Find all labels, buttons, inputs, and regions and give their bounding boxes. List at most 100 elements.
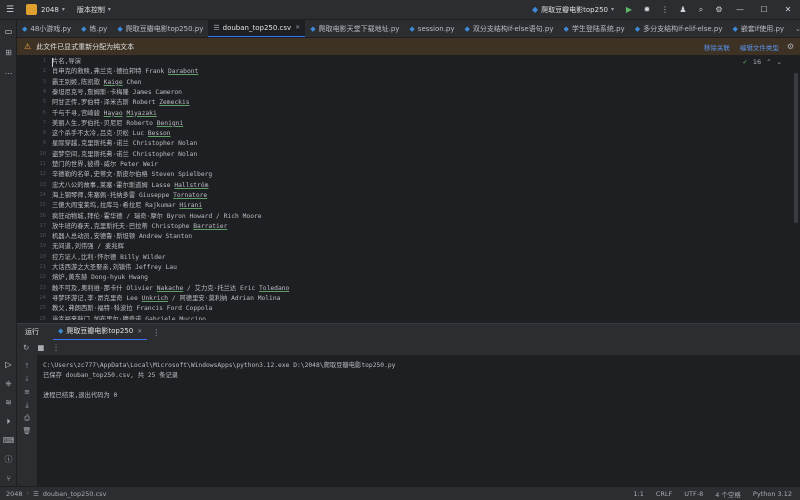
minimize-icon[interactable]: — [728,0,752,20]
tab-nested-if[interactable]: ◆ 嵌套if使用.py [727,20,789,37]
tabs-overflow: ⌄ ⋮ [789,20,800,37]
chevron-down-icon[interactable]: ⌄ [777,58,782,66]
console-line: 进程已结束,退出代码为 0 [43,392,118,399]
tab-label: 学生登陆系统.py [571,24,625,33]
services-icon[interactable]: ⏵ [2,415,15,428]
close-icon[interactable]: ✕ [776,0,800,20]
vertical-scrollbar[interactable] [794,73,798,223]
terminal-icon[interactable]: ⌨ [2,434,15,447]
tab-label: 爬取电影天堂下载地址.py [318,24,400,33]
code-line: 三傻大闹宝莱坞,拉库马·希拉尼 Rajkumar Hirani [52,202,203,210]
close-tab-icon[interactable]: ✕ [137,328,142,335]
chevron-down-icon[interactable]: ▾ [62,6,65,13]
indent-setting[interactable]: 4 个空格 [715,489,741,499]
python-packages-icon[interactable]: ⎈ [2,377,15,390]
print-icon[interactable]: ⎙ [21,412,33,424]
run-side-toolbar: ↑ ↓ ≡ ⤓ ⎙ 🗑 [17,355,37,486]
structure-icon[interactable]: ⊞ [2,46,15,59]
code-line: 片名,导演 [52,58,81,65]
debug-icon[interactable]: ✹ [638,0,656,20]
run-panel-title: 运行 [25,328,39,336]
maximize-icon[interactable]: ☐ [752,0,776,20]
project-name[interactable]: 2048 [41,6,59,14]
arrow-up-icon[interactable]: ↑ [21,360,33,372]
line-separator[interactable]: CRLF [656,490,672,498]
more-actions-icon[interactable]: ⋮ [656,0,674,20]
chevron-down-icon: ▾ [610,6,614,13]
editor-content[interactable]: 片名,导演 肖申克的救赎,弗兰克·德拉邦特 Frank Darabont 霸王别姬,… [52,55,772,320]
code-line: 泰坦尼克号,詹姆斯·卡梅隆 James Cameron [52,88,182,96]
run-toolbar: ↻ ■ ⋮ [17,340,800,355]
tab-label: 嵌套if使用.py [740,24,785,33]
line-number: 1 [42,58,46,64]
project-badge-icon[interactable] [26,4,37,15]
line-number: 3 [42,78,46,85]
run-tab-label: 爬取豆瓣电影top250 [66,327,134,335]
tab-48-game[interactable]: ◆ 48小游戏.py [17,20,76,37]
tab-label: douban_top250.csv [222,23,292,32]
python-interpreter[interactable]: Python 3.12 [753,490,792,498]
line-number: 13 [39,181,46,188]
inspection-widget[interactable]: ✓ 16 ⌃ ⌄ [742,58,782,66]
remove-association-link[interactable]: 移除关联 [704,42,730,52]
run-config-selector[interactable]: ◆ 爬取豆瓣电影top250 ▾ [532,5,614,15]
code-line: 放牛班的春天,克里斯托夫·巴拉蒂 Christophe Barratier [52,222,228,230]
console-line: C:\Users\zc777\AppData\Local\Microsoft\W… [43,362,396,369]
more-icon[interactable]: ⋮ [152,328,160,337]
run-tab[interactable]: ◆ 爬取豆瓣电影top250 ✕ [53,324,148,341]
tab-label: 多分支结构if-elif-else.py [643,24,723,33]
vcs-menu[interactable]: 版本控制 [77,5,105,15]
git-icon[interactable]: ⑂ [2,472,15,485]
close-tab-icon[interactable]: ✕ [295,24,300,31]
breadcrumb-project[interactable]: 2048 [6,490,23,498]
tab-session[interactable]: ◆ session.py [404,20,459,37]
tab-movie-heaven[interactable]: ◆ 爬取电影天堂下载地址.py [305,20,404,37]
code-line: 机器人总动员,安德鲁·斯坦顿 Andrew Stanton [52,233,193,241]
breadcrumb-file[interactable]: douban_top250.csv [43,490,107,498]
tab-if-elif-else[interactable]: ◆ 多分支结构if-elif-else.py [630,20,728,37]
tab-practice[interactable]: ◆ 练.py [76,20,112,37]
python-file-icon: ◆ [563,24,569,33]
file-encoding[interactable]: UTF-8 [684,490,703,498]
code-line: 肖申克的救赎,弗兰克·德拉邦特 Frank Darabont [52,68,199,76]
run-icon[interactable]: ▶ [620,0,638,20]
code-line: 海上钢琴师,朱塞佩·托纳多雷 Giuseppe Tornatore [52,191,208,199]
problems-icon[interactable]: ⓘ [2,453,15,466]
project-folder-icon[interactable]: ▭ [2,25,15,38]
tab-douban-scraper[interactable]: ◆ 爬取豆瓣电影top250.py [112,20,208,37]
warning-icon: ⚠ [24,42,32,51]
chevron-right-icon: › [26,490,29,497]
edit-file-type-link[interactable]: 编辑文件类型 [740,42,779,52]
soft-wrap-icon[interactable]: ≡ [21,386,33,398]
chevron-up-icon[interactable]: ⌃ [766,58,771,66]
banner-settings-icon[interactable]: ⚙ [787,42,794,51]
chevron-down-icon[interactable]: ▾ [108,6,111,13]
tab-douban-csv[interactable]: ☰ douban_top250.csv ✕ [208,20,306,37]
layers-icon[interactable]: ≋ [2,396,15,409]
cursor-position[interactable]: 1:1 [633,490,643,498]
more-icon[interactable]: ⋮ [52,343,60,352]
line-number: 18 [39,233,46,240]
stop-icon[interactable]: ■ [37,343,44,352]
code-editor[interactable]: 1 2 3 4 5 6 7 8 9 10 11 12 13 14 15 16 17 18 19 20 21 22 23 24 2… [17,55,800,320]
arrow-down-icon[interactable]: ↓ [21,373,33,385]
search-icon[interactable]: ⌕ [692,0,710,20]
run-console[interactable]: C:\Users\zc777\AppData\Local\Microsoft\W… [37,355,800,486]
account-icon[interactable]: ♟ [674,0,692,20]
tab-if-else[interactable]: ◆ 双分支结构if-else语句.py [460,20,559,37]
run-config-label: 爬取豆瓣电影top250 [541,5,608,14]
run-tool-icon[interactable]: ▷ [2,358,15,371]
rerun-icon[interactable]: ↻ [23,343,29,352]
code-line: 楚门的世界,彼得·威尔 Peter Weir [52,161,158,168]
tabs-dropdown-icon[interactable]: ⌄ [792,25,800,33]
line-number: 17 [39,222,46,229]
code-line: 阿甘正传,罗伯特·泽米吉斯 Robert Zemeckis [52,99,190,107]
settings-icon[interactable]: ⚙ [710,0,728,20]
tab-login-system[interactable]: ◆ 学生登陆系统.py [559,20,630,37]
python-file-icon: ◆ [310,24,316,33]
main-menu-icon[interactable]: ☰ [0,0,20,20]
code-line: 当幸福来敲门,加布里尔·穆奇诺 Gabriele Muccino [52,315,206,321]
scroll-to-end-icon[interactable]: ⤓ [21,399,33,411]
trash-icon[interactable]: 🗑 [21,425,33,437]
more-tools-icon[interactable]: ⋯ [2,67,15,80]
